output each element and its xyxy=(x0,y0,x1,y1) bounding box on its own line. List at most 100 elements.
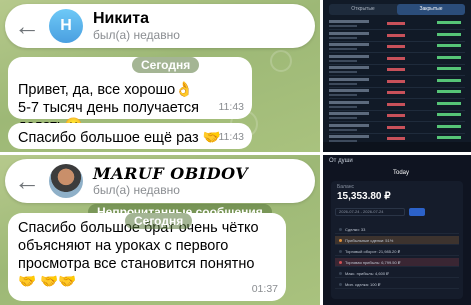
trade-row[interactable] xyxy=(329,31,465,42)
trade-cell xyxy=(329,135,369,138)
trade-cell xyxy=(329,66,369,69)
chat-window-nikita: ← Н Никита был(а) недавно Привет, да, вс… xyxy=(0,0,320,152)
date-pill: Сегодня xyxy=(132,57,200,73)
stats-row: Прибыльные сделки: 51% xyxy=(335,236,459,245)
message-text: Спасибо большое брат очень чётко объясня… xyxy=(18,220,259,290)
trade-cell xyxy=(437,67,461,70)
trade-cell xyxy=(329,31,369,35)
trade-cell xyxy=(437,44,461,47)
trade-cell xyxy=(437,78,461,82)
balance-screenshot: От души Today Баланс 15,353.80 ₽ 2026-07… xyxy=(323,155,471,305)
trade-row[interactable] xyxy=(329,42,465,53)
trade-cell xyxy=(387,22,405,25)
trade-cell xyxy=(329,117,357,119)
trade-row[interactable] xyxy=(329,54,465,65)
trade-cell xyxy=(387,56,405,60)
trade-cell xyxy=(387,45,405,48)
message-time: 11:43 xyxy=(218,101,245,113)
tab-closed[interactable]: Закрытые xyxy=(397,4,465,15)
contact-info[interactable]: Никита был(а) недавно xyxy=(93,10,180,43)
back-arrow-icon[interactable]: ← xyxy=(5,159,49,203)
contact-info[interactable]: MARUF OBIDOV был(а) недавно xyxy=(93,163,249,198)
chat-header: ← Н Никита был(а) недавно xyxy=(5,4,315,48)
chat-window-maruf: ← MARUF OBIDOV был(а) недавно Непрочитан… xyxy=(0,155,320,305)
apply-button[interactable] xyxy=(409,208,425,216)
status-dot-icon xyxy=(339,261,342,264)
trade-cell xyxy=(437,90,461,93)
message-time: 11:43 xyxy=(218,131,245,143)
trade-row[interactable] xyxy=(329,123,465,134)
stats-row: Макс. прибыль: 4,600 ₽ xyxy=(335,269,459,278)
trade-cell xyxy=(329,89,369,92)
trade-row[interactable] xyxy=(329,77,465,88)
date-pill: Сегодня xyxy=(125,213,193,229)
stats-row-label: Сделки: 33 xyxy=(345,227,366,232)
stats-row-label: Мин. сделка: 100 ₽ xyxy=(345,282,381,287)
chat-header: ← MARUF OBIDOV был(а) недавно xyxy=(5,159,315,203)
stats-row: Сделки: 33 xyxy=(335,225,459,234)
message-bubble[interactable]: Привет, да, все хорошо👌 5-7 тысяч день п… xyxy=(8,57,252,134)
trade-row[interactable] xyxy=(329,111,465,122)
avatar[interactable] xyxy=(49,164,83,198)
trade-cell xyxy=(329,43,369,46)
stats-row-label: Торговая прибыль: 6,799.50 ₽ xyxy=(345,260,401,265)
status-dot-icon xyxy=(339,272,342,275)
status-dot-icon xyxy=(339,239,342,242)
background-doodle xyxy=(270,50,292,72)
trade-cell xyxy=(329,112,369,115)
trade-cell xyxy=(329,94,357,96)
status-dot-icon xyxy=(339,250,342,253)
trade-cell xyxy=(387,137,405,140)
trade-cell xyxy=(329,123,369,127)
trade-row[interactable] xyxy=(329,65,465,76)
balance-label: Баланс xyxy=(337,184,355,190)
trade-cell xyxy=(329,105,357,108)
message-time: 01:37 xyxy=(251,283,278,295)
status-dot-icon xyxy=(339,283,342,286)
date-range-input[interactable]: 2026-07-24 - 2026-07-24 xyxy=(335,208,405,216)
trade-cell xyxy=(437,21,461,24)
trade-cell xyxy=(329,128,357,131)
bottom-nav xyxy=(323,142,471,152)
trade-cell xyxy=(437,136,461,139)
trade-cell xyxy=(437,101,461,105)
stats-row-label: Прибыльные сделки: 51% xyxy=(345,238,394,243)
trade-cell xyxy=(437,32,461,36)
trade-cell xyxy=(329,100,369,104)
contact-name: Никита xyxy=(93,9,149,27)
trade-cell xyxy=(329,20,369,23)
trade-cell xyxy=(329,59,357,62)
trade-cell xyxy=(387,79,405,83)
trade-row[interactable] xyxy=(329,19,465,30)
trade-row[interactable] xyxy=(329,88,465,99)
trade-cell xyxy=(387,91,405,94)
trade-cell xyxy=(437,55,461,59)
contact-status: был(а) недавно xyxy=(93,182,180,197)
trade-cell xyxy=(387,114,405,117)
trade-cell xyxy=(329,48,357,50)
trade-cell xyxy=(437,124,461,128)
stats-row: Торговая прибыль: 6,799.50 ₽ xyxy=(335,258,459,267)
trade-cell xyxy=(329,36,357,39)
trade-cell xyxy=(329,82,357,85)
avatar[interactable]: Н xyxy=(49,9,83,43)
contact-status: был(а) недавно xyxy=(93,27,180,42)
stats-row: Мин. сделка: 100 ₽ xyxy=(335,280,459,289)
tab-open[interactable]: Открытые xyxy=(329,4,397,15)
trade-cell xyxy=(329,77,369,81)
today-label[interactable]: Today xyxy=(393,170,409,176)
trade-row[interactable] xyxy=(329,100,465,111)
trade-cell xyxy=(387,68,405,71)
trade-cell xyxy=(437,113,461,116)
stats-row-label: Торговый оборот: 21,985.20 ₽ xyxy=(345,249,401,254)
trading-screenshot: Открытые Закрытые xyxy=(323,0,471,152)
message-text: Спасибо большое ещё раз 🤝 xyxy=(18,130,221,146)
contact-name: MARUF OBIDOV xyxy=(93,163,249,183)
trade-cell xyxy=(387,102,405,106)
message-bubble[interactable]: Спасибо большое ещё раз 🤝 11:43 xyxy=(8,123,252,149)
screen-title: От души xyxy=(329,158,353,164)
back-arrow-icon[interactable]: ← xyxy=(5,4,49,48)
trade-cell xyxy=(387,125,405,129)
trade-cell xyxy=(329,25,357,27)
status-dot-icon xyxy=(339,228,342,231)
